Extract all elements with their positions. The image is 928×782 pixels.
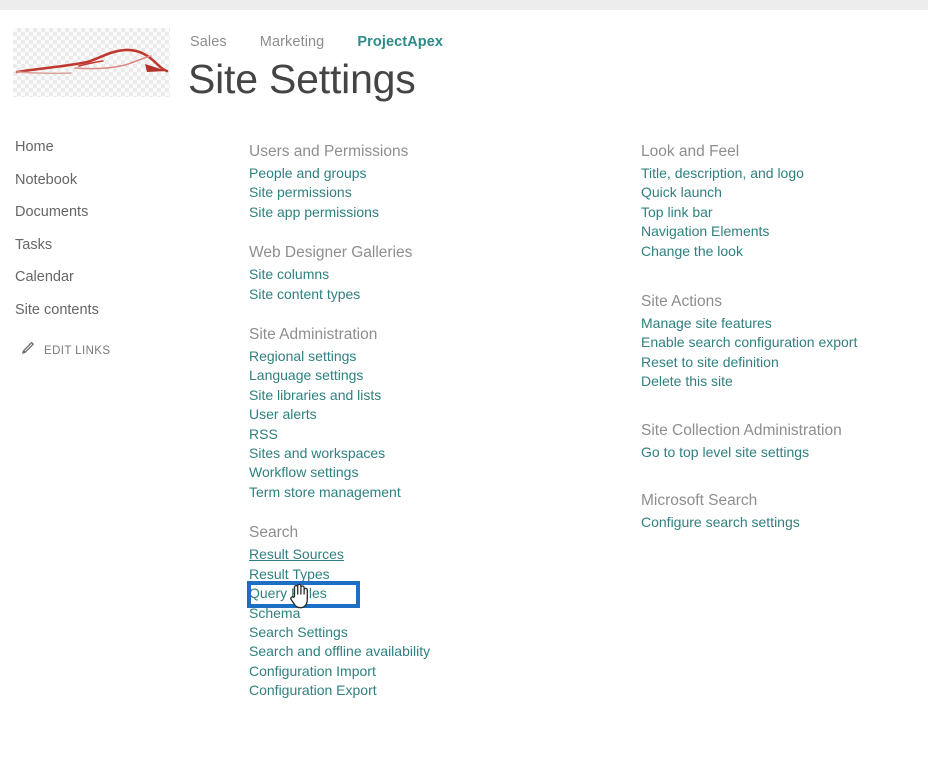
edit-links-button[interactable]: EDIT LINKS — [20, 341, 110, 361]
nav-tab-sales[interactable]: Sales — [190, 34, 227, 50]
link-site-content-types[interactable]: Site content types — [249, 285, 360, 304]
section-heading: Search — [249, 524, 299, 542]
page-title: Site Settings — [188, 56, 416, 102]
left-sidebar: Home Notebook Documents Tasks Calendar S… — [15, 139, 185, 334]
link-user-alerts[interactable]: User alerts — [249, 405, 317, 424]
section-search: Search Result Sources Result Types Query… — [249, 524, 619, 700]
section-users-and-permissions: Users and Permissions People and groups … — [249, 143, 619, 222]
link-go-to-top-level-site-settings[interactable]: Go to top level site settings — [641, 443, 809, 462]
section-heading: Web Designer Galleries — [249, 244, 413, 262]
link-manage-site-features[interactable]: Manage site features — [641, 314, 772, 333]
link-configure-search-settings[interactable]: Configure search settings — [641, 513, 800, 532]
settings-column-middle: Users and Permissions People and groups … — [249, 143, 619, 723]
sidebar-item-notebook[interactable]: Notebook — [15, 172, 185, 188]
section-heading: Microsoft Search — [641, 492, 758, 510]
link-sites-and-workspaces[interactable]: Sites and workspaces — [249, 444, 385, 463]
link-result-sources[interactable]: Result Sources — [249, 545, 344, 564]
section-look-and-feel: Look and Feel Title, description, and lo… — [641, 143, 921, 261]
top-nav-tabs[interactable]: Sales Marketing ProjectApex — [190, 34, 443, 50]
link-site-app-permissions[interactable]: Site app permissions — [249, 203, 379, 222]
section-site-administration: Site Administration Regional settings La… — [249, 326, 619, 502]
link-regional-settings[interactable]: Regional settings — [249, 347, 356, 366]
car-logo-icon — [15, 48, 169, 75]
settings-column-right: Look and Feel Title, description, and lo… — [641, 143, 921, 554]
link-reset-to-site-definition[interactable]: Reset to site definition — [641, 353, 779, 372]
sidebar-item-site-contents[interactable]: Site contents — [15, 302, 185, 318]
link-delete-this-site[interactable]: Delete this site — [641, 372, 733, 391]
link-configuration-export[interactable]: Configuration Export — [249, 681, 377, 700]
link-result-types[interactable]: Result Types — [249, 565, 330, 584]
link-rss[interactable]: RSS — [249, 425, 278, 444]
sidebar-item-home[interactable]: Home — [15, 139, 185, 155]
link-navigation-elements[interactable]: Navigation Elements — [641, 222, 769, 241]
link-search-settings[interactable]: Search Settings — [249, 623, 348, 642]
link-site-columns[interactable]: Site columns — [249, 265, 329, 284]
sidebar-item-calendar[interactable]: Calendar — [15, 269, 185, 285]
link-quick-launch[interactable]: Quick launch — [641, 183, 722, 202]
section-site-actions: Site Actions Manage site features Enable… — [641, 293, 921, 392]
link-query-rules[interactable]: Query Rules — [249, 584, 327, 603]
link-site-permissions[interactable]: Site permissions — [249, 183, 352, 202]
section-heading: Site Collection Administration — [641, 421, 842, 439]
link-language-settings[interactable]: Language settings — [249, 366, 363, 385]
sidebar-item-documents[interactable]: Documents — [15, 204, 185, 220]
nav-tab-marketing[interactable]: Marketing — [260, 34, 325, 50]
link-term-store-management[interactable]: Term store management — [249, 483, 401, 502]
sidebar-item-tasks[interactable]: Tasks — [15, 237, 185, 253]
link-top-link-bar[interactable]: Top link bar — [641, 203, 713, 222]
top-gray-strip — [0, 0, 928, 10]
link-site-libraries-and-lists[interactable]: Site libraries and lists — [249, 386, 381, 405]
section-heading: Site Administration — [249, 326, 378, 344]
link-title-description-and-logo[interactable]: Title, description, and logo — [641, 164, 804, 183]
nav-tab-projectapex[interactable]: ProjectApex — [357, 34, 443, 50]
edit-links-label: EDIT LINKS — [44, 345, 111, 357]
link-change-the-look[interactable]: Change the look — [641, 242, 743, 261]
link-people-and-groups[interactable]: People and groups — [249, 164, 367, 183]
section-web-designer-galleries: Web Designer Galleries Site columns Site… — [249, 244, 619, 304]
site-logo — [13, 28, 170, 97]
pencil-icon — [20, 341, 35, 361]
link-configuration-import[interactable]: Configuration Import — [249, 662, 376, 681]
section-heading: Users and Permissions — [249, 143, 409, 160]
section-site-collection-administration: Site Collection Administration Go to top… — [641, 422, 921, 462]
link-search-and-offline-availability[interactable]: Search and offline availability — [249, 642, 430, 661]
link-enable-search-configuration-export[interactable]: Enable search configuration export — [641, 333, 857, 352]
link-workflow-settings[interactable]: Workflow settings — [249, 463, 358, 482]
section-heading: Look and Feel — [641, 143, 740, 160]
link-schema[interactable]: Schema — [249, 604, 300, 623]
section-microsoft-search: Microsoft Search Configure search settin… — [641, 492, 921, 532]
section-heading: Site Actions — [641, 293, 722, 311]
